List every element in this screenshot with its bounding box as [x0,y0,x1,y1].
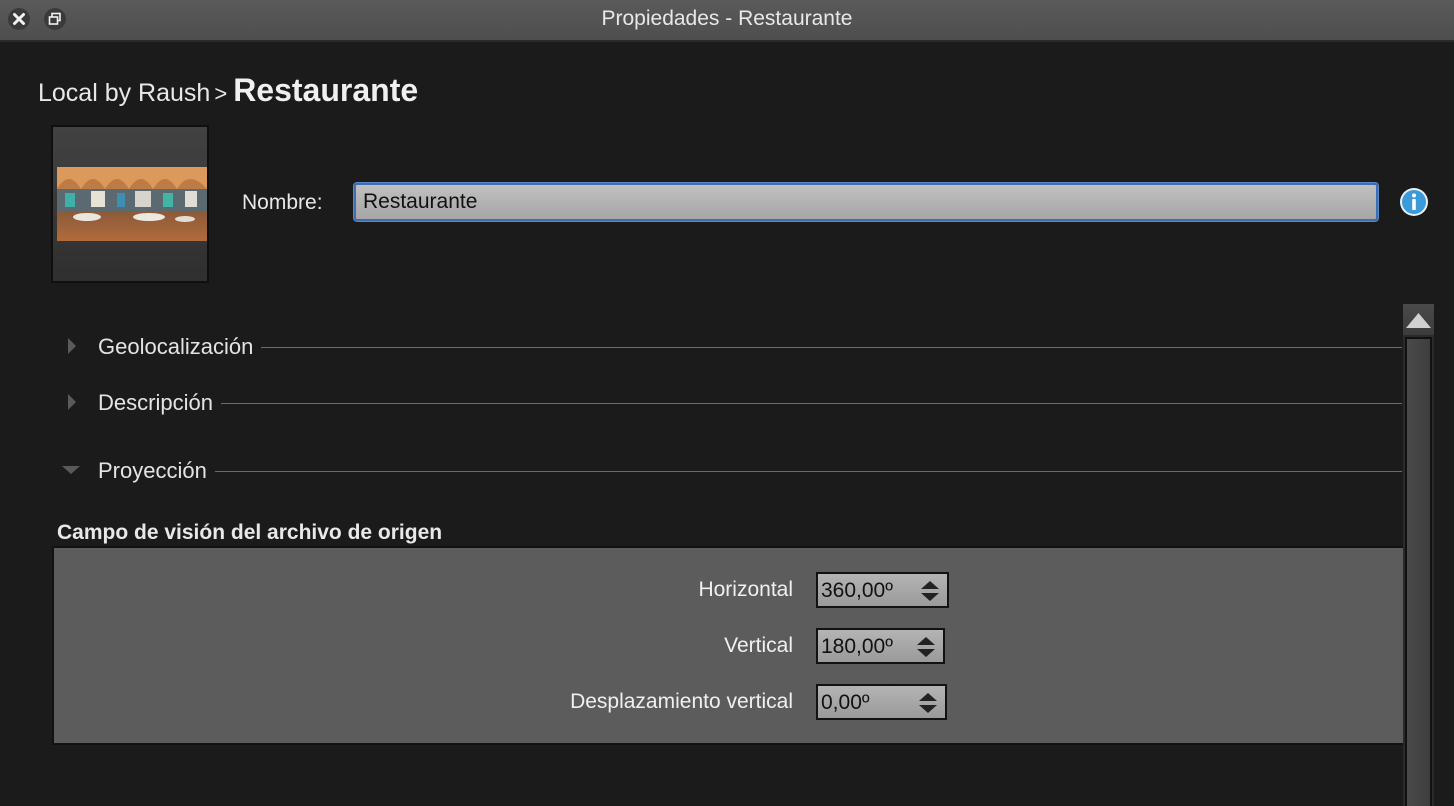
section-divider [98,471,1402,472]
name-input[interactable] [354,183,1378,221]
properties-window: Propiedades - Restaurante Local by Raush… [0,0,1454,806]
disclosure-triangle-right-icon [68,338,76,354]
panorama-preview-image [57,167,207,241]
vertical-stepper[interactable]: 180,00º [816,628,945,664]
section-label-projection: Proyección [98,458,215,484]
vertical-value[interactable]: 180,00º [821,635,893,659]
breadcrumb-separator: > [214,81,228,106]
window-title: Propiedades - Restaurante [601,7,853,30]
section-divider [98,403,1402,404]
disclosure-triangle-right-icon [68,394,76,410]
scrollbar-thumb[interactable] [1405,337,1432,806]
vertical-offset-label: Desplazamiento vertical [570,690,793,713]
section-geolocation[interactable]: Geolocalización [60,332,1402,362]
horizontal-value[interactable]: 360,00º [821,579,893,603]
vertical-offset-stepper[interactable]: 0,00º [816,684,947,720]
breadcrumb: Local by Raush > Restaurante [38,72,418,109]
horizontal-label: Horizontal [698,578,793,601]
disclosure-triangle-down-icon [62,466,80,474]
fov-panel: Horizontal 360,00º Vertical 180,00º Desp… [52,546,1403,745]
vertical-scrollbar[interactable] [1403,304,1434,806]
page-title: Restaurante [233,72,419,108]
stepper-arrows-icon[interactable] [915,635,937,659]
fov-row-vertical-offset: Desplazamiento vertical 0,00º [54,684,1405,720]
vertical-label: Vertical [724,634,793,657]
stepper-arrows-icon[interactable] [919,579,941,603]
section-description[interactable]: Descripción [60,388,1402,418]
section-label-geolocation: Geolocalización [98,334,262,360]
title-bar: Propiedades - Restaurante [0,0,1454,42]
fov-row-horizontal: Horizontal 360,00º [54,572,1405,608]
arrow-up-icon [1406,313,1431,328]
section-label-description: Descripción [98,390,221,416]
panorama-thumbnail[interactable] [51,125,209,283]
section-projection[interactable]: Proyección [60,456,1402,486]
breadcrumb-parent[interactable]: Local by Raush [38,79,210,107]
stepper-arrows-icon[interactable] [917,691,939,715]
horizontal-stepper[interactable]: 360,00º [816,572,949,608]
name-label: Nombre: [242,191,323,214]
scroll-up-button[interactable] [1403,304,1434,335]
vertical-offset-value[interactable]: 0,00º [821,691,870,715]
section-divider [98,347,1402,348]
fov-heading: Campo de visión del archivo de origen [57,521,443,544]
info-icon[interactable] [1399,187,1429,217]
fov-row-vertical: Vertical 180,00º [54,628,1405,664]
